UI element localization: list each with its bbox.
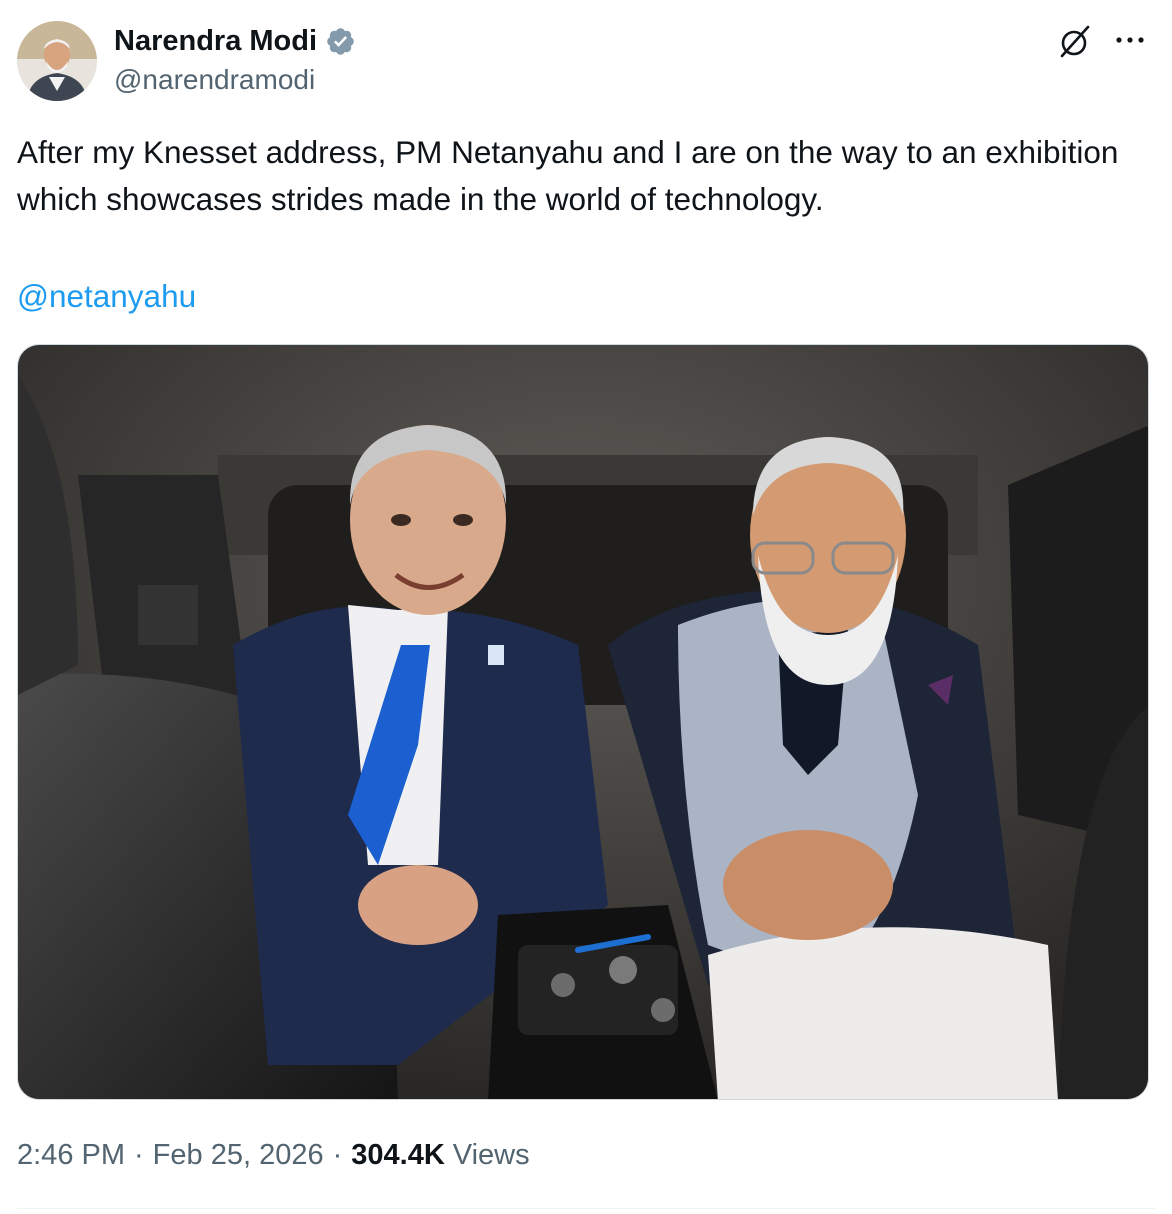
author-name-row: Narendra Modi — [114, 23, 356, 59]
tweet-photo[interactable] — [17, 344, 1149, 1100]
views-label: Views — [452, 1138, 530, 1171]
verified-badge-icon[interactable] — [325, 26, 356, 57]
grok-icon[interactable] — [1055, 22, 1095, 62]
mention-link[interactable]: @netanyahu — [17, 273, 196, 320]
tweet-date[interactable]: Feb 25, 2026 — [153, 1139, 324, 1172]
views-count[interactable]: 304.4K — [351, 1139, 445, 1172]
tweet-text: After my Knesset address, PM Netanyahu a… — [17, 134, 1119, 217]
tweet-time[interactable]: 2:46 PM — [17, 1139, 125, 1172]
meta-separator: · — [332, 1138, 343, 1171]
more-icon[interactable] — [1112, 22, 1148, 58]
tweet-meta: 2:46 PM · Feb 25, 2026 · 304.4K Views — [17, 1134, 530, 1176]
author-handle[interactable]: @narendramodi — [114, 64, 315, 96]
photo-car-interior — [18, 345, 1148, 1099]
author-display-name[interactable]: Narendra Modi — [114, 25, 317, 58]
meta-separator: · — [134, 1138, 144, 1171]
author-avatar[interactable] — [17, 21, 97, 101]
avatar-image — [17, 21, 97, 101]
tweet: Narendra Modi @narendramodi After my Kne… — [0, 0, 1172, 1214]
divider — [17, 1208, 1155, 1209]
